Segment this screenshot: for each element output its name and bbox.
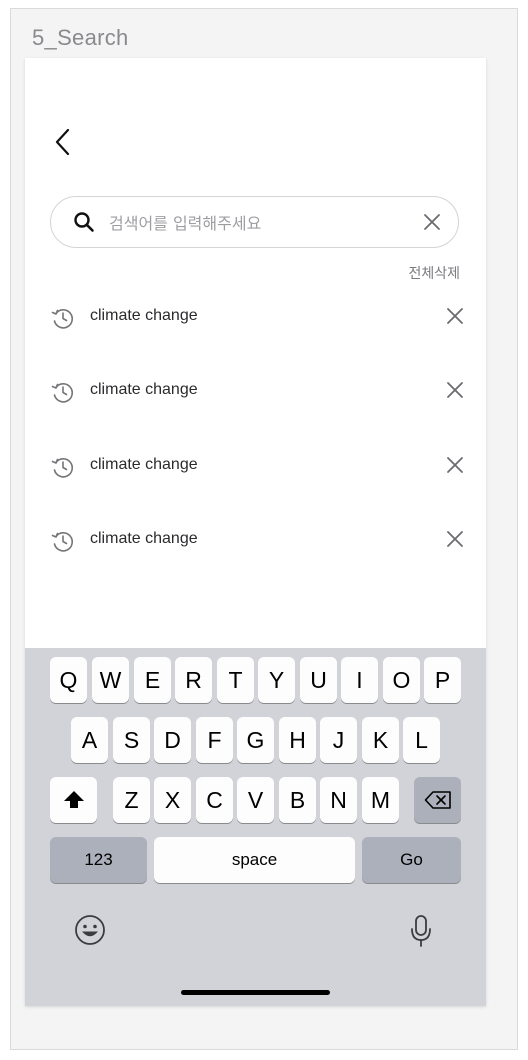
key-j[interactable]: J xyxy=(320,717,357,763)
phone-screen: 전체삭제 climate change climate change xyxy=(25,58,486,1006)
search-bar[interactable] xyxy=(50,196,459,248)
key-c[interactable]: C xyxy=(196,777,233,823)
remove-icon[interactable] xyxy=(445,455,465,475)
emoji-icon[interactable] xyxy=(74,914,106,946)
list-item[interactable]: climate change xyxy=(25,503,486,577)
back-button[interactable] xyxy=(49,124,77,160)
recent-search-label[interactable]: climate change xyxy=(90,307,198,325)
key-z[interactable]: Z xyxy=(113,777,150,823)
microphone-icon[interactable] xyxy=(410,914,432,948)
key-g[interactable]: G xyxy=(237,717,274,763)
key-i[interactable]: I xyxy=(341,657,378,703)
key-v[interactable]: V xyxy=(237,777,274,823)
key-b[interactable]: B xyxy=(279,777,316,823)
recent-search-list: climate change climate change climate ch… xyxy=(25,280,486,577)
home-indicator[interactable] xyxy=(181,990,330,995)
numbers-key[interactable]: 123 xyxy=(50,837,147,883)
key-f[interactable]: F xyxy=(196,717,233,763)
key-q[interactable]: Q xyxy=(50,657,87,703)
key-o[interactable]: O xyxy=(383,657,420,703)
list-item[interactable]: climate change xyxy=(25,354,486,428)
key-w[interactable]: W xyxy=(92,657,129,703)
shift-key[interactable] xyxy=(50,777,97,823)
shift-icon xyxy=(63,791,84,808)
chevron-left-icon xyxy=(55,129,70,155)
list-item[interactable]: climate change xyxy=(25,429,486,503)
key-e[interactable]: E xyxy=(134,657,171,703)
keyboard: Q W E R T Y U I O P A S D F G H J K L Z … xyxy=(25,648,486,1006)
search-input[interactable] xyxy=(107,209,411,237)
key-s[interactable]: S xyxy=(113,717,150,763)
remove-icon[interactable] xyxy=(445,380,465,400)
history-icon xyxy=(51,457,74,478)
key-u[interactable]: U xyxy=(300,657,337,703)
key-h[interactable]: H xyxy=(279,717,316,763)
key-a[interactable]: A xyxy=(71,717,108,763)
remove-icon[interactable] xyxy=(445,529,465,549)
key-m[interactable]: M xyxy=(362,777,399,823)
key-r[interactable]: R xyxy=(175,657,212,703)
clear-search-icon[interactable] xyxy=(422,212,442,232)
artboard-title: 5_Search xyxy=(32,25,129,50)
space-key[interactable]: space xyxy=(154,837,355,883)
go-key[interactable]: Go xyxy=(362,837,461,883)
history-icon xyxy=(51,532,74,552)
key-l[interactable]: L xyxy=(403,717,440,763)
list-item[interactable]: climate change xyxy=(25,280,486,354)
recent-search-label[interactable]: climate change xyxy=(90,381,198,399)
key-p[interactable]: P xyxy=(424,657,461,703)
search-icon xyxy=(74,212,94,232)
backspace-key[interactable] xyxy=(414,777,461,823)
remove-icon[interactable] xyxy=(445,306,465,326)
key-x[interactable]: X xyxy=(154,777,191,823)
history-icon xyxy=(51,309,74,329)
key-t[interactable]: T xyxy=(217,657,254,703)
recent-search-label[interactable]: climate change xyxy=(90,530,198,548)
key-y[interactable]: Y xyxy=(258,657,295,703)
key-d[interactable]: D xyxy=(154,717,191,763)
recent-search-label[interactable]: climate change xyxy=(90,456,198,474)
history-icon xyxy=(51,383,74,403)
backspace-icon xyxy=(424,791,451,809)
key-n[interactable]: N xyxy=(320,777,357,823)
key-k[interactable]: K xyxy=(362,717,399,763)
